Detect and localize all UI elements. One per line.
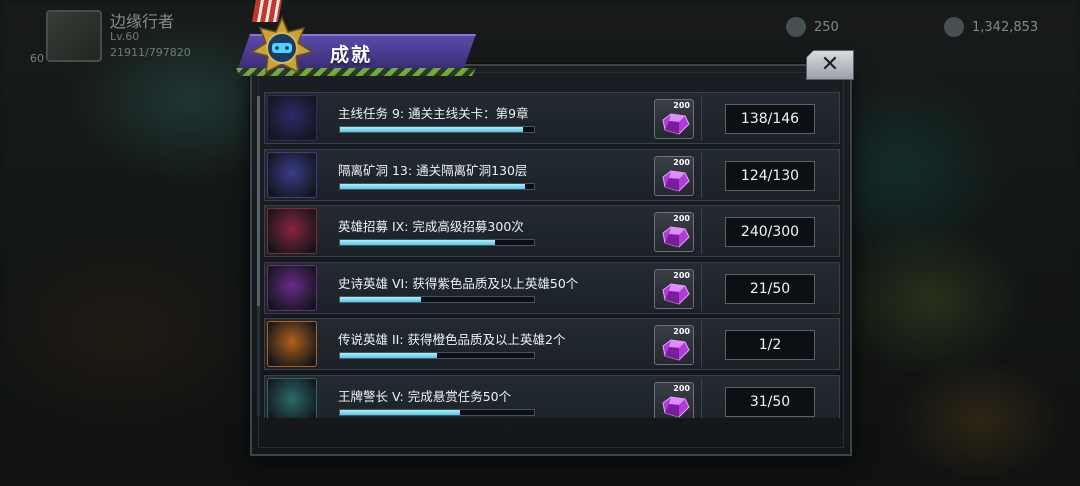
achievement-row[interactable]: 英雄招募 IX: 完成高级招募300次 200 240/300 — [264, 205, 840, 257]
energy-icon — [786, 17, 806, 37]
achievement-task-label: 主线任务 9: 通关主线关卡：第9章 — [338, 106, 529, 121]
checkered-flag-icon — [267, 95, 317, 141]
scrollbar-thumb[interactable] — [257, 96, 260, 306]
reward-quantity: 200 — [673, 101, 690, 110]
progress-bar-fill — [340, 409, 461, 415]
achievement-list[interactable]: 主线任务 9: 通关主线关卡：第9章 200 138/146 隔离矿洞 13: 通关隔… — [264, 92, 842, 418]
reward-quantity: 200 — [673, 214, 690, 223]
reward-quantity: 200 — [673, 383, 690, 393]
purple-gem-icon — [662, 169, 690, 192]
achievement-task-label: 史诗英雄 VI: 获得紫色品质及以上英雄50个 — [338, 275, 579, 291]
progress-count: 21/50 — [725, 273, 815, 304]
row-divider — [701, 95, 702, 141]
energy-value: 250 — [814, 19, 839, 35]
medal-icon — [250, 16, 314, 74]
purple-gem-icon — [662, 395, 690, 418]
achievement-row[interactable]: 隔离矿洞 13: 通关隔离矿洞130层 200 124/130 — [264, 148, 840, 201]
sheriff-badge-icon — [267, 377, 317, 418]
purple-gem-icon — [662, 113, 690, 135]
achievement-task-label: 王牌警长 V: 完成悬赏任务50个 — [338, 388, 512, 404]
energy-resource: 250 — [786, 16, 876, 38]
progress-count: 31/50 — [725, 386, 815, 417]
row-divider — [701, 151, 702, 198]
reward-item[interactable]: 200 — [654, 268, 694, 309]
progress-bar — [339, 126, 535, 133]
recruit-question-icon — [267, 208, 317, 254]
achievement-row[interactable]: 王牌警长 V: 完成悬赏任务50个 200 31/50 — [264, 374, 840, 418]
progress-count: 124/130 — [725, 160, 815, 191]
reward-item[interactable]: 200 — [654, 155, 694, 196]
achievement-task-label: 传说英雄 II: 获得橙色品质及以上英雄2个 — [338, 332, 566, 347]
progress-count: 1/2 — [725, 330, 815, 360]
progress-bar-fill — [340, 127, 524, 132]
reward-item[interactable]: 200 — [654, 325, 694, 365]
row-divider — [701, 264, 702, 311]
purple-gem-icon — [662, 226, 690, 248]
avatar — [46, 10, 102, 62]
reward-item[interactable]: 200 — [654, 381, 694, 418]
achievement-task-label: 英雄招募 IX: 完成高级招募300次 — [338, 219, 524, 234]
player-name: 边缘行者 — [110, 12, 175, 31]
reward-item[interactable]: 200 — [654, 99, 694, 139]
epic-hero-icon — [267, 264, 317, 311]
player-info: 60 边缘行者 Lv.60 21911/797820 — [0, 0, 240, 70]
progress-bar — [339, 295, 535, 303]
reward-quantity: 200 — [673, 157, 690, 167]
progress-bar-fill — [340, 240, 496, 245]
progress-bar — [339, 239, 535, 246]
close-button[interactable]: ✕ — [806, 50, 854, 80]
progress-bar — [339, 352, 535, 359]
row-divider — [701, 321, 702, 367]
progress-count: 240/300 — [725, 217, 815, 247]
gold-resource: 1,342,853 — [944, 16, 1064, 38]
progress-bar — [339, 182, 535, 190]
progress-bar — [339, 408, 535, 416]
mine-gem-icon — [267, 151, 317, 198]
progress-count: 138/146 — [725, 104, 815, 134]
achievement-row[interactable]: 传说英雄 II: 获得橙色品质及以上英雄2个 200 1/2 — [264, 318, 840, 370]
reward-quantity: 200 — [673, 270, 690, 280]
progress-bar-fill — [340, 183, 526, 189]
player-badge-level: 60 — [30, 52, 44, 65]
gold-icon — [944, 17, 964, 37]
player-level: Lv.60 — [110, 30, 140, 43]
gold-value: 1,342,853 — [972, 19, 1039, 35]
progress-bar-fill — [340, 296, 422, 302]
progress-bar-fill — [340, 353, 437, 358]
reward-item[interactable]: 200 — [654, 212, 694, 252]
close-icon: ✕ — [820, 52, 840, 77]
achievement-row[interactable]: 主线任务 9: 通关主线关卡：第9章 200 138/146 — [264, 92, 840, 144]
purple-gem-icon — [662, 282, 690, 305]
row-divider — [701, 208, 702, 254]
legend-hero-icon — [267, 321, 317, 367]
reward-quantity: 200 — [673, 327, 690, 336]
achievement-row[interactable]: 史诗英雄 VI: 获得紫色品质及以上英雄50个 200 21/50 — [264, 261, 840, 314]
dialog-title: 成就 — [330, 44, 373, 66]
purple-gem-icon — [662, 339, 690, 361]
player-exp: 21911/797820 — [110, 46, 191, 59]
row-divider — [701, 377, 702, 418]
achievement-task-label: 隔离矿洞 13: 通关隔离矿洞130层 — [338, 162, 528, 178]
